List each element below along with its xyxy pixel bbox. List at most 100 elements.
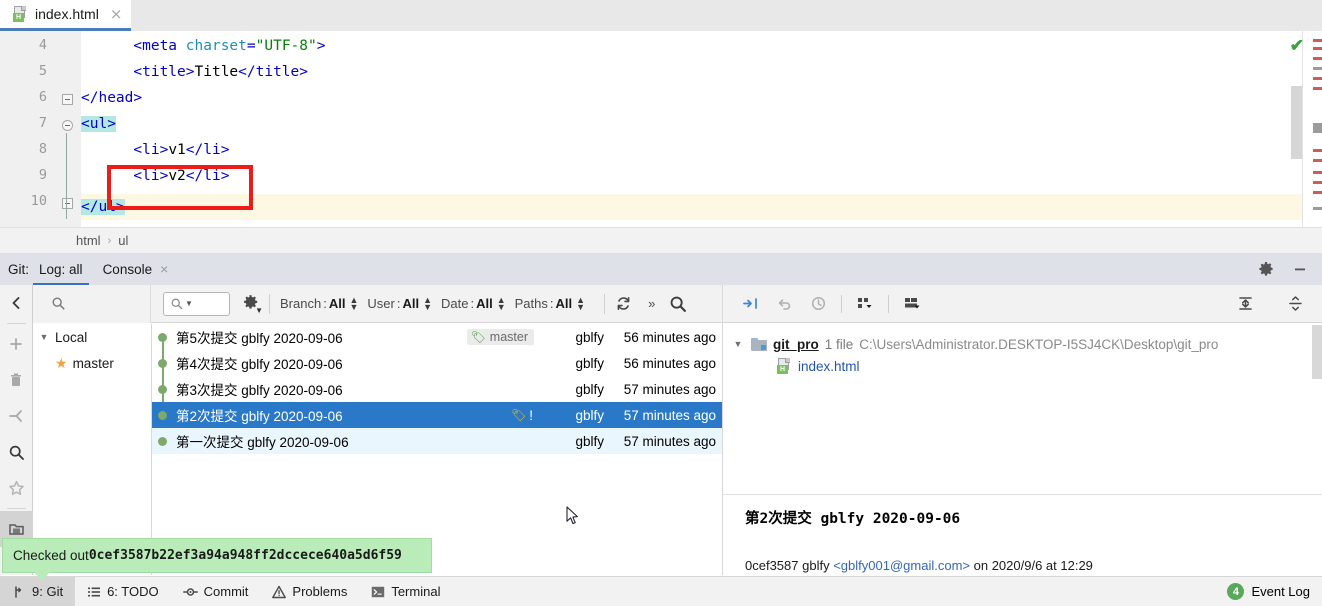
find-icon[interactable]	[669, 295, 687, 313]
status-bar-item-terminal-label: Terminal	[391, 584, 441, 599]
log-quick-search[interactable]	[33, 284, 151, 323]
changed-files-root[interactable]: ▼ git_pro 1 file C:\Users\Administrator.…	[731, 333, 1322, 355]
editor-tab-bar: H index.html ×	[0, 0, 1322, 31]
table-row[interactable]: 第4次提交 gblfy 2020-09-06 gblfy 56 minutes …	[152, 350, 722, 376]
branch-tree-root[interactable]: ▼ Local	[33, 324, 151, 350]
favorite-star-icon[interactable]	[0, 470, 33, 506]
filter-user[interactable]: User: All ▲ ▼	[367, 295, 432, 312]
group-by-icon[interactable]	[848, 295, 882, 312]
close-icon[interactable]: ×	[106, 6, 123, 22]
editor-error-stripe[interactable]	[1302, 31, 1322, 227]
inspection-ok-icon[interactable]: ✔	[1290, 37, 1304, 54]
commit-date: 56 minutes ago	[623, 329, 716, 345]
commit-message: 第2次提交 gblfy 2020-09-06	[745, 511, 961, 527]
collapse-all-icon[interactable]	[1278, 295, 1312, 312]
commit-subject: 第4次提交 gblfy 2020-09-06	[176, 357, 343, 372]
commit-node-icon	[158, 359, 167, 368]
chevron-down-icon[interactable]: ▼	[731, 339, 745, 349]
editor-tab-index-html[interactable]: H index.html ×	[0, 0, 132, 31]
table-row[interactable]: 第5次提交 gblfy 2020-09-06 🏷 master gblfy 56…	[152, 324, 722, 350]
add-icon[interactable]	[0, 326, 33, 362]
filter-paths[interactable]: Paths: All ▲ ▼	[515, 294, 586, 312]
commit-node-icon	[158, 437, 167, 446]
changed-files-tree[interactable]: ▼ git_pro 1 file C:\Users\Administrator.…	[723, 323, 1322, 377]
commit-subject: 第一次提交 gblfy 2020-09-06	[176, 435, 349, 450]
tab-log-all[interactable]: Log: all	[29, 253, 93, 285]
status-bar-item-problems[interactable]: Problems	[260, 577, 359, 606]
chevron-updown-icon: ▲ ▼	[576, 294, 586, 312]
code-editor[interactable]: 4 5 6 7 8 9 10 <meta charset="UTF-8"> <t…	[0, 31, 1322, 227]
chevrons-right-icon[interactable]: »	[648, 296, 655, 311]
file-count: 1 file	[824, 336, 854, 352]
log-text-filter-input[interactable]: ▼	[163, 291, 230, 316]
filter-branch-value: All	[328, 296, 346, 311]
filter-branch-label: Branch	[280, 296, 322, 311]
commit-author: gblfy	[575, 407, 604, 423]
minimize-icon[interactable]	[1292, 261, 1308, 277]
fold-marker[interactable]	[62, 94, 73, 105]
fold-marker[interactable]	[62, 120, 73, 131]
collapse-left-icon[interactable]	[0, 285, 33, 321]
commit-timestamp: on 2020/9/6 at 12:29	[973, 558, 1093, 573]
status-bar-item-problems-label: Problems	[292, 584, 348, 599]
show-diff-icon[interactable]	[733, 295, 767, 312]
commit-icon	[182, 587, 198, 596]
line-number: 6	[38, 89, 47, 105]
filter-date[interactable]: Date: All ▲ ▼	[441, 295, 506, 312]
log-settings-gear-icon[interactable]: ▼	[242, 294, 263, 315]
git-log-toolbar: ▼ ▼ Branch: All ▲ ▼ User: All ▲ ▼ Date: Al…	[33, 284, 722, 323]
status-bar: 9: Git 6: TODO Commit Problems Terminal …	[0, 576, 1322, 606]
filter-user-value: All	[402, 296, 420, 311]
commit-author-email[interactable]: <gblfy001@gmail.com>	[833, 558, 970, 573]
breadcrumb-item-html[interactable]: html	[76, 233, 101, 248]
notification-balloon[interactable]: Checked out 0cef3587b22ef3a94a948ff2dcce…	[2, 538, 432, 573]
breadcrumb-item-ul[interactable]: ul	[118, 233, 128, 248]
favorite-star-icon: ★	[55, 354, 68, 371]
close-icon[interactable]: ×	[152, 261, 168, 277]
tab-console[interactable]: Console ×	[93, 253, 179, 285]
filter-branch[interactable]: Branch: All ▲ ▼	[280, 295, 358, 312]
warning-icon	[272, 585, 287, 598]
terminal-icon	[372, 586, 385, 597]
commit-date: 56 minutes ago	[623, 355, 716, 371]
event-log-label[interactable]: Event Log	[1251, 584, 1310, 599]
chevron-right-icon: ›	[107, 234, 112, 247]
branch-tree-item-label: master	[72, 355, 114, 371]
html-file-icon: H	[13, 6, 28, 22]
revert-icon[interactable]	[767, 295, 801, 312]
chevron-down-icon[interactable]: ▼	[33, 332, 55, 342]
tag-icon: 🏷	[470, 330, 486, 344]
editor-tab-label: index.html	[35, 6, 99, 22]
folder-icon	[751, 337, 767, 351]
expand-all-icon[interactable]	[1228, 295, 1262, 312]
editor-code-area[interactable]: <meta charset="UTF-8"> <title>Title</tit…	[81, 31, 1322, 227]
preview-layout-icon[interactable]	[895, 295, 929, 312]
detail-scrollbar-thumb[interactable]	[1312, 325, 1322, 379]
table-row[interactable]: 第一次提交 gblfy 2020-09-06 gblfy 57 minutes …	[152, 428, 722, 454]
branch-tree-item-master[interactable]: ★ master	[33, 350, 151, 376]
branch-tag-badge[interactable]: 🏷 master	[466, 329, 534, 345]
git-window-actions	[1258, 253, 1316, 285]
table-row[interactable]: 第3次提交 gblfy 2020-09-06 gblfy 57 minutes …	[152, 376, 722, 402]
status-bar-item-commit[interactable]: Commit	[171, 577, 261, 606]
branch-tag-label: master	[489, 330, 528, 344]
filter-date-label: Date	[441, 296, 469, 311]
table-row-selected[interactable]: 第2次提交 gblfy 2020-09-06 🏷 ! gblfy 57 minu…	[152, 402, 722, 428]
search-icon[interactable]	[0, 434, 33, 470]
filter-paths-value: All	[555, 296, 573, 311]
status-bar-item-todo[interactable]: 6: TODO	[75, 577, 171, 606]
delete-icon[interactable]	[0, 362, 33, 398]
search-icon	[52, 297, 65, 310]
history-icon[interactable]	[801, 295, 835, 312]
status-bar-item-terminal[interactable]: Terminal	[359, 577, 452, 606]
divider	[723, 494, 1322, 495]
html-file-icon: H	[777, 358, 792, 374]
gear-icon[interactable]	[1258, 261, 1274, 277]
editor-scrollbar-thumb[interactable]	[1291, 86, 1302, 159]
collapse-all-icon[interactable]	[0, 398, 33, 434]
refresh-icon[interactable]	[615, 295, 632, 312]
fold-marker[interactable]	[62, 198, 73, 209]
changed-file-item[interactable]: H index.html	[731, 355, 1322, 377]
tab-log-all-label: Log: all	[39, 261, 83, 277]
fold-guide-line	[66, 133, 67, 219]
